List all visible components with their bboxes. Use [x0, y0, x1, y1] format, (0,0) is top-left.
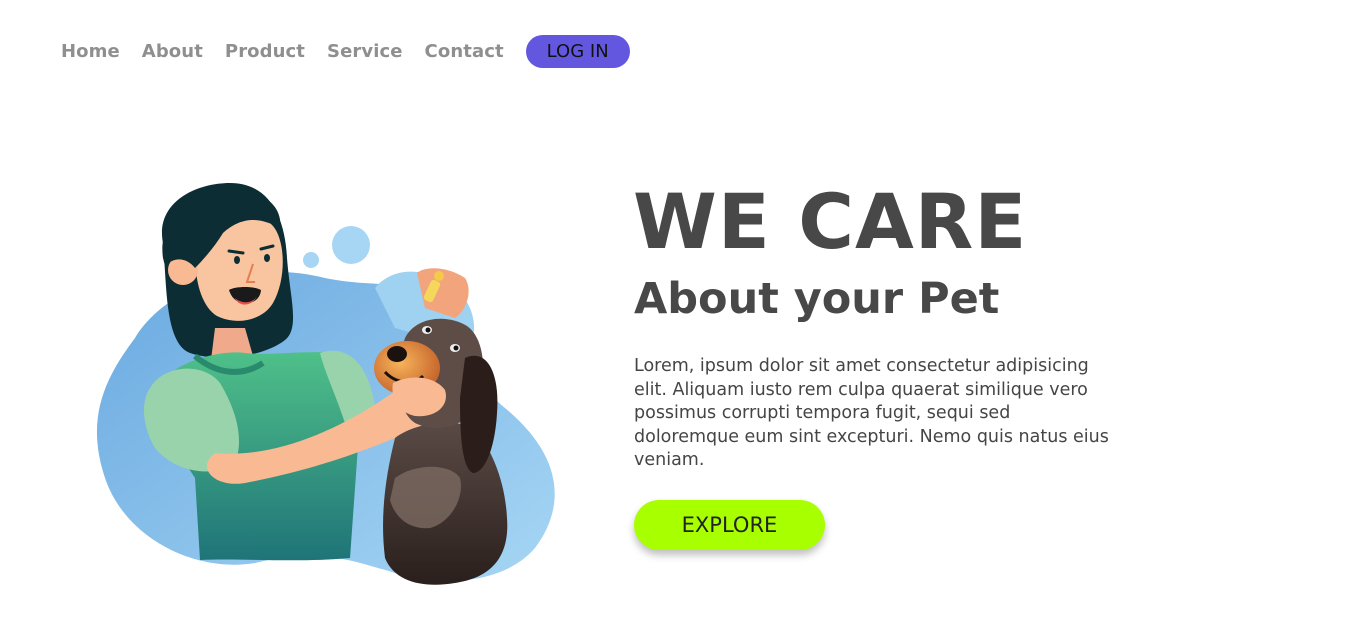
hero-subheadline: About your Pet — [634, 274, 1000, 324]
nav-link-about[interactable]: About — [142, 41, 203, 62]
nav-link-contact[interactable]: Contact — [425, 41, 504, 62]
hero-headline: WE CARE — [633, 177, 1028, 266]
nav-link-home[interactable]: Home — [61, 41, 120, 62]
top-navigation: Home About Product Service Contact LOG I… — [61, 35, 630, 68]
hero-description: Lorem, ipsum dolor sit amet consectetur … — [634, 356, 1109, 470]
nav-link-service[interactable]: Service — [327, 41, 403, 62]
explore-button[interactable]: EXPLORE — [634, 500, 825, 550]
landing-page: Home About Product Service Contact LOG I… — [0, 0, 1366, 633]
hero-illustration — [95, 178, 570, 588]
nav-link-product[interactable]: Product — [225, 41, 305, 62]
login-button[interactable]: LOG IN — [525, 35, 630, 68]
woman-with-dog-illustration — [96, 183, 555, 585]
